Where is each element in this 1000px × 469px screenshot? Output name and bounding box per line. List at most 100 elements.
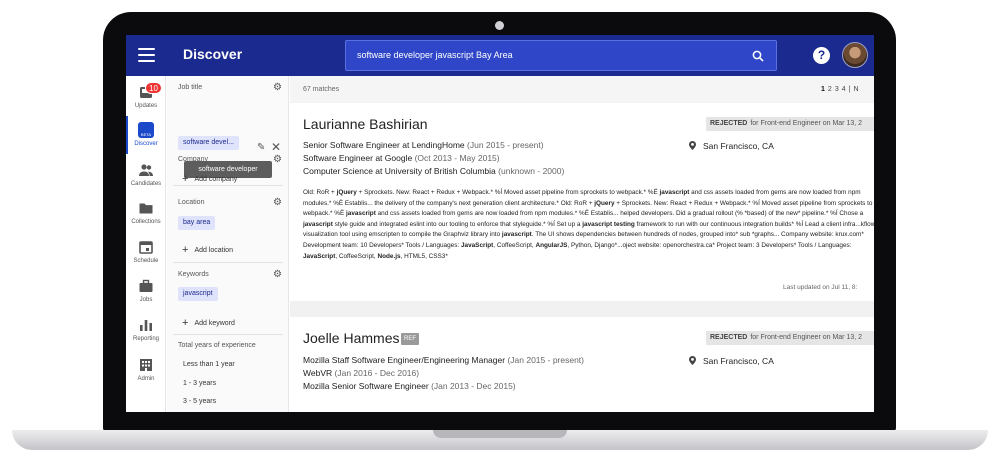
folder-icon	[139, 203, 153, 214]
filter-label-experience: Total years of experience	[178, 342, 256, 349]
filter-divider	[173, 334, 283, 335]
summary-text: and css assets loaded from gems are now …	[375, 210, 864, 218]
experience-line: Software Engineer at Google (Oct 2013 - …	[303, 153, 500, 163]
exp-at: at	[375, 166, 383, 176]
candidate-name[interactable]: Laurianne Bashirian	[303, 116, 428, 132]
filter-label-keywords: Keywords	[178, 271, 209, 278]
last-updated: Last updated on Jul 11, 8:	[783, 284, 858, 291]
laptop-base-notch	[433, 430, 567, 438]
experience-line: Mozilla Senior Software Engineer (Jan 20…	[303, 381, 516, 391]
nav-item-updates[interactable]: 10 Updates	[126, 82, 166, 120]
experience-line: WebVR (Jan 2016 - Dec 2016)	[303, 368, 419, 378]
nav-item-jobs[interactable]: Jobs	[126, 278, 166, 314]
exp-dates: (unknown - 2000)	[498, 166, 565, 176]
experience-option[interactable]: 1 - 3 years	[183, 380, 216, 387]
company-gear-icon[interactable]: ⚙	[273, 155, 283, 165]
top-bar: Discover software developer javascript B…	[126, 35, 874, 76]
candidate-summary: Old: RoR + jQuery + Sprockets. New: Reac…	[303, 188, 874, 262]
experience-line: Senior Software Engineer at LendingHome …	[303, 140, 544, 150]
summary-highlight: JavaScript	[303, 252, 336, 260]
experience-option[interactable]: 3 - 5 years	[183, 398, 216, 405]
plus-icon: +	[182, 317, 189, 329]
exp-role: Senior Software Engineer	[303, 140, 400, 150]
search-query[interactable]: software developer javascript Bay Area	[357, 50, 513, 60]
menu-icon[interactable]	[138, 48, 155, 62]
page-link[interactable]: 4	[842, 86, 846, 93]
results-header: 67 matches 1 2 3 4 | N	[290, 76, 874, 102]
plus-icon: +	[182, 244, 189, 256]
exp-dates: (Jan 2015 - present)	[507, 355, 584, 365]
candidate-location: San Francisco, CA	[689, 355, 774, 366]
exp-at: at	[402, 140, 410, 150]
status-label: REJECTED	[710, 120, 748, 127]
add-keyword-button[interactable]: + Add keyword	[182, 316, 235, 329]
results-panel: 67 matches 1 2 3 4 | N Laurianne Bashirian RE…	[290, 76, 874, 412]
page-separator: |	[848, 86, 851, 93]
summary-text: + Sprockets. New: React + Redux + Webpac…	[356, 189, 660, 196]
location-gear-icon[interactable]: ⚙	[273, 198, 283, 208]
nav-item-admin[interactable]: Admin	[126, 357, 166, 393]
candidate-card[interactable]: Joelle Hammes REF REJECTED for Front-end …	[290, 317, 874, 412]
exp-role: Computer Science	[303, 166, 373, 176]
exp-dates: (Jan 2016 - Dec 2016)	[334, 368, 420, 378]
building-icon	[140, 359, 152, 371]
bar-chart-icon	[140, 320, 152, 331]
nav-item-schedule[interactable]: Schedule	[126, 239, 166, 275]
exp-company: Google	[384, 153, 413, 163]
filter-label-job-title: Job title	[178, 84, 203, 91]
close-icon[interactable]: ✕	[271, 140, 281, 154]
exp-role: Mozilla Staff Software Engineer/Engineer…	[303, 355, 506, 365]
summary-highlight: jQuery	[594, 199, 615, 207]
search-input[interactable]: software developer javascript Bay Area	[345, 40, 777, 71]
nav-item-reporting[interactable]: Reporting	[126, 317, 166, 353]
summary-text: , Python, Django*...oject website: openo…	[567, 241, 852, 249]
candidate-card[interactable]: Laurianne Bashirian REJECTED for Front-en…	[290, 103, 874, 301]
add-keyword-label: Add keyword	[194, 320, 235, 327]
filter-divider	[173, 185, 283, 186]
filter-divider	[173, 262, 283, 263]
job-title-chip[interactable]: software devel...	[178, 136, 239, 150]
summary-highlight: JavaScript	[460, 241, 494, 249]
add-company-button[interactable]: + Add company	[182, 172, 237, 185]
job-title-gear-icon[interactable]: ⚙	[273, 83, 283, 93]
summary-text: , CoffeeScript,	[493, 241, 536, 249]
laptop-frame: Discover software developer javascript B…	[0, 0, 1000, 469]
status-detail: for Front-end Engineer on Mar 13, 2	[750, 120, 863, 127]
keywords-gear-icon[interactable]: ⚙	[273, 270, 283, 280]
briefcase-icon	[139, 279, 153, 292]
summary-highlight: javascript	[345, 210, 376, 218]
nav-label-discover: Discover	[134, 141, 158, 147]
filter-panel: Job title ⚙ software devel... ✎ ✕ softwa…	[167, 76, 289, 412]
status-detail: for Front-end Engineer on Mar 13, 2	[750, 334, 863, 341]
experience-option[interactable]: Less than 1 year	[183, 361, 235, 368]
edit-icon[interactable]: ✎	[257, 142, 265, 153]
candidate-location: San Francisco, CA	[689, 140, 774, 151]
nav-item-candidates[interactable]: Candidates	[126, 162, 166, 198]
pagination: 1 2 3 4 | N	[821, 86, 862, 93]
nav-label-updates: Updates	[134, 103, 158, 109]
summary-text: Old: RoR +	[303, 189, 337, 196]
page-link[interactable]: 2	[828, 86, 832, 93]
page-link[interactable]: 1	[821, 86, 825, 93]
search-icon[interactable]	[752, 50, 764, 62]
avatar[interactable]	[842, 42, 868, 68]
app-title: Discover	[183, 46, 243, 62]
page-link[interactable]: N	[853, 86, 858, 93]
location-chip[interactable]: bay area	[178, 216, 216, 230]
plus-icon: +	[182, 173, 189, 185]
page-link[interactable]: 3	[835, 86, 839, 93]
summary-highlight: AngularJS	[535, 241, 568, 249]
candidate-name[interactable]: Joelle Hammes	[303, 330, 399, 346]
beta-label: BETA	[140, 132, 152, 137]
nav-item-discover[interactable]: BETA Discover	[126, 122, 166, 158]
help-icon[interactable]: ?	[813, 47, 830, 64]
summary-highlight: jQuery	[336, 189, 357, 196]
left-nav: 10 Updates BETA Discover Candidates Coll…	[126, 76, 166, 412]
keyword-chip[interactable]: javascript	[178, 287, 218, 301]
summary-highlight: Node.js	[377, 252, 401, 260]
status-label: REJECTED	[710, 334, 748, 341]
add-location-button[interactable]: + Add location	[182, 243, 233, 256]
match-count: 67 matches	[303, 86, 340, 93]
nav-item-collections[interactable]: Collections	[126, 200, 166, 236]
summary-highlight: javascript	[501, 231, 532, 239]
